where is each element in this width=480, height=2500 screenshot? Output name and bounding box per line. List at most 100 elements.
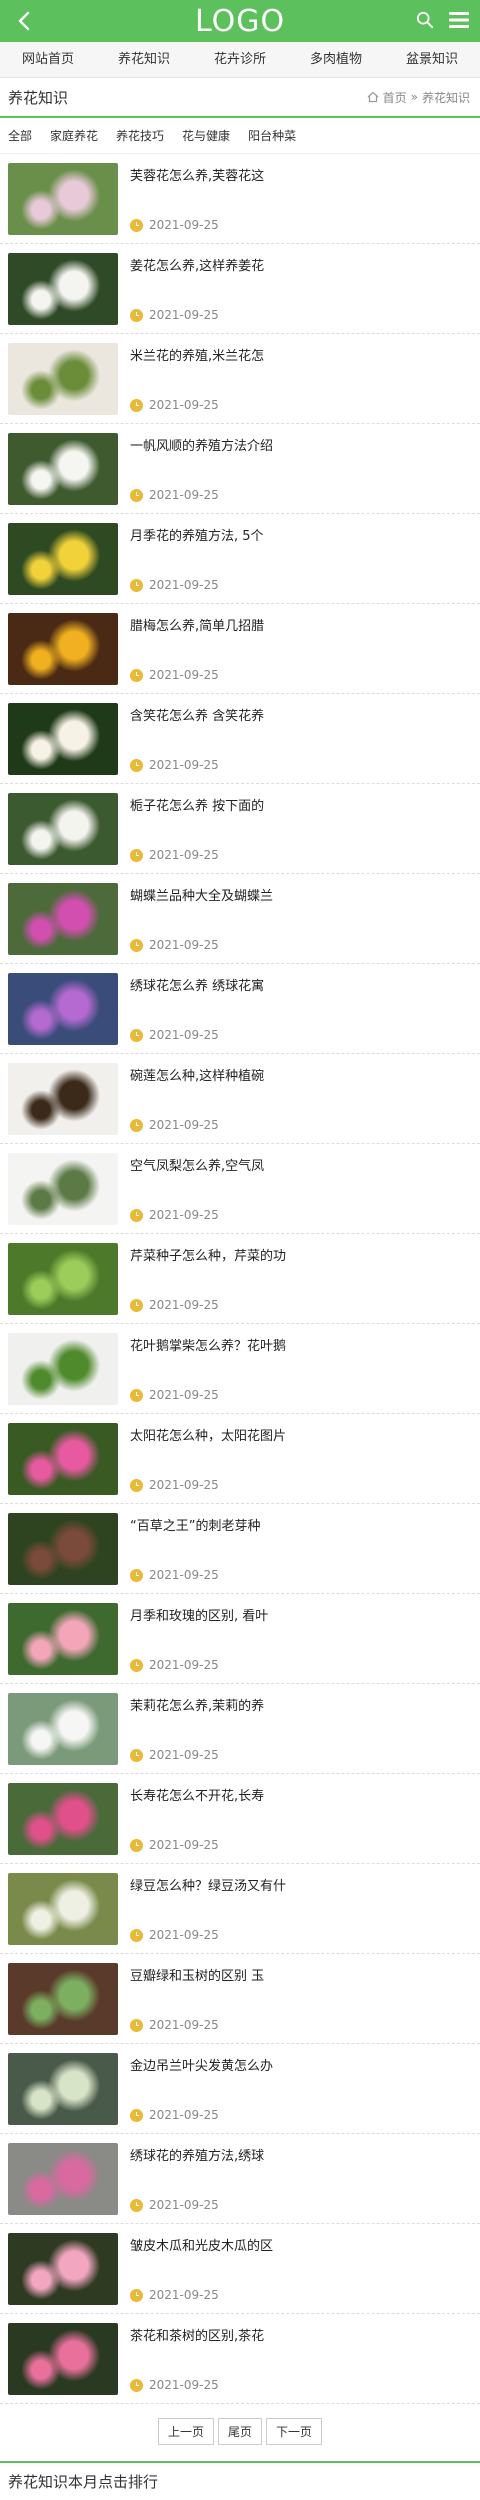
- prev-page-button[interactable]: 上一页: [157, 2418, 214, 2445]
- back-button[interactable]: [10, 6, 40, 36]
- tab-gardening-tips[interactable]: 养花技巧: [116, 127, 164, 144]
- article-thumbnail[interactable]: [8, 2323, 118, 2395]
- article-thumbnail[interactable]: [8, 703, 118, 775]
- article-title[interactable]: 碗莲怎么种,这样种植碗: [130, 1065, 472, 1084]
- article-title[interactable]: 豆瓣绿和玉树的区别 玉: [130, 1965, 472, 1984]
- list-item[interactable]: 绿豆怎么种？绿豆汤又有什 2021-09-25: [0, 1864, 480, 1954]
- article-thumbnail[interactable]: [8, 1153, 118, 1225]
- article-title[interactable]: 米兰花的养殖,米兰花怎: [130, 345, 472, 364]
- article-title[interactable]: 空气凤梨怎么养,空气凤: [130, 1155, 472, 1174]
- article-title[interactable]: 花叶鹅掌柴怎么养？花叶鹅: [130, 1335, 472, 1354]
- nav-item-bonsai[interactable]: 盆景知识: [384, 42, 480, 77]
- article-title[interactable]: 长寿花怎么不开花,长寿: [130, 1785, 472, 1804]
- article-thumbnail[interactable]: [8, 1243, 118, 1315]
- article-thumbnail[interactable]: [8, 253, 118, 325]
- article-title[interactable]: 绣球花怎么养 绣球花寓: [130, 975, 472, 994]
- article-title[interactable]: 金边吊兰叶尖发黄怎么办: [130, 2055, 472, 2074]
- list-item[interactable]: 腊梅怎么养,简单几招腊 2021-09-25: [0, 604, 480, 694]
- nav-item-flower-clinic[interactable]: 花卉诊所: [192, 42, 288, 77]
- list-item[interactable]: 花叶鹅掌柴怎么养？花叶鹅 2021-09-25: [0, 1324, 480, 1414]
- site-logo[interactable]: LOGO: [195, 4, 285, 39]
- article-title[interactable]: 腊梅怎么养,简单几招腊: [130, 615, 472, 634]
- article-title[interactable]: 茉莉花怎么养,茉莉的养: [130, 1695, 472, 1714]
- list-item[interactable]: 金边吊兰叶尖发黄怎么办 2021-09-25: [0, 2044, 480, 2134]
- tab-all[interactable]: 全部: [8, 127, 32, 144]
- article-title[interactable]: 绣球花的养殖方法,绣球: [130, 2145, 472, 2164]
- article-thumbnail[interactable]: [8, 1873, 118, 1945]
- nav-item-home[interactable]: 网站首页: [0, 42, 96, 77]
- list-item[interactable]: 姜花怎么养,这样养姜花 2021-09-25: [0, 244, 480, 334]
- list-item[interactable]: 栀子花怎么养 按下面的 2021-09-25: [0, 784, 480, 874]
- menu-button[interactable]: [446, 7, 472, 33]
- nav-item-flower-knowledge[interactable]: 养花知识: [96, 42, 192, 77]
- list-item[interactable]: 绣球花的养殖方法,绣球 2021-09-25: [0, 2134, 480, 2224]
- breadcrumb-current: 养花知识: [421, 90, 470, 105]
- article-title[interactable]: 芹菜种子怎么种，芹菜的功: [130, 1245, 472, 1264]
- list-item[interactable]: 太阳花怎么种，太阳花图片 2021-09-25: [0, 1414, 480, 1504]
- article-title[interactable]: 皱皮木瓜和光皮木瓜的区: [130, 2235, 472, 2254]
- list-item[interactable]: 茉莉花怎么养,茉莉的养 2021-09-25: [0, 1684, 480, 1774]
- list-item[interactable]: 空气凤梨怎么养,空气凤 2021-09-25: [0, 1144, 480, 1234]
- article-thumbnail[interactable]: [8, 613, 118, 685]
- article-title[interactable]: 月季花的养殖方法, 5个: [130, 525, 472, 544]
- article-thumbnail[interactable]: [8, 793, 118, 865]
- article-thumbnail[interactable]: [8, 1333, 118, 1405]
- article-thumbnail[interactable]: [8, 1423, 118, 1495]
- list-item[interactable]: 绣球花怎么养 绣球花寓 2021-09-25: [0, 964, 480, 1054]
- article-title[interactable]: “百草之王”的刺老芽种: [130, 1515, 472, 1534]
- article-thumbnail[interactable]: [8, 883, 118, 955]
- article-thumbnail[interactable]: [8, 1603, 118, 1675]
- list-item[interactable]: 月季花的养殖方法, 5个 2021-09-25: [0, 514, 480, 604]
- article-title[interactable]: 蝴蝶兰品种大全及蝴蝶兰: [130, 885, 472, 904]
- list-item[interactable]: 含笑花怎么养 含笑花养 2021-09-25: [0, 694, 480, 784]
- article-title[interactable]: 茶花和茶树的区别,茶花: [130, 2325, 472, 2344]
- article-thumbnail[interactable]: [8, 2233, 118, 2305]
- list-item[interactable]: 皱皮木瓜和光皮木瓜的区 2021-09-25: [0, 2224, 480, 2314]
- last-page-button[interactable]: 尾页: [217, 2418, 262, 2445]
- tab-home-gardening[interactable]: 家庭养花: [50, 127, 98, 144]
- article-title[interactable]: 太阳花怎么种，太阳花图片: [130, 1425, 472, 1444]
- article-date: 2021-09-25: [149, 2108, 219, 2122]
- article-thumbnail[interactable]: [8, 973, 118, 1045]
- article-thumbnail[interactable]: [8, 1513, 118, 1585]
- list-item[interactable]: 长寿花怎么不开花,长寿 2021-09-25: [0, 1774, 480, 1864]
- list-item[interactable]: “百草之王”的刺老芽种 2021-09-25: [0, 1504, 480, 1594]
- tab-flowers-health[interactable]: 花与健康: [182, 127, 230, 144]
- article-thumbnail[interactable]: [8, 1963, 118, 2035]
- article-thumbnail[interactable]: [8, 433, 118, 505]
- article-thumbnail[interactable]: [8, 1693, 118, 1765]
- list-item[interactable]: 蝴蝶兰品种大全及蝴蝶兰 2021-09-25: [0, 874, 480, 964]
- article-title[interactable]: 姜花怎么养,这样养姜花: [130, 255, 472, 274]
- article-thumbnail[interactable]: [8, 343, 118, 415]
- article-thumbnail[interactable]: [8, 2143, 118, 2215]
- article-thumbnail[interactable]: [8, 163, 118, 235]
- article-title[interactable]: 芙蓉花怎么养,芙蓉花这: [130, 165, 472, 184]
- breadcrumb-home[interactable]: 首页: [383, 89, 407, 106]
- list-item[interactable]: 豆瓣绿和玉树的区别 玉 2021-09-25: [0, 1954, 480, 2044]
- menu-icon: [449, 12, 469, 28]
- list-item[interactable]: 芙蓉花怎么养,芙蓉花这 2021-09-25: [0, 154, 480, 244]
- article-thumbnail[interactable]: [8, 1063, 118, 1135]
- article-title[interactable]: 栀子花怎么养 按下面的: [130, 795, 472, 814]
- article-thumbnail[interactable]: [8, 1783, 118, 1855]
- list-item[interactable]: 一帆风顺的养殖方法介绍 2021-09-25: [0, 424, 480, 514]
- list-item[interactable]: 月季和玫瑰的区别, 看叶 2021-09-25: [0, 1594, 480, 1684]
- next-page-button[interactable]: 下一页: [266, 2418, 323, 2445]
- article-date: 2021-09-25: [149, 308, 219, 322]
- article-title[interactable]: 绿豆怎么种？绿豆汤又有什: [130, 1875, 472, 1894]
- article-date: 2021-09-25: [149, 848, 219, 862]
- list-item[interactable]: 碗莲怎么种,这样种植碗 2021-09-25: [0, 1054, 480, 1144]
- clock-icon: [130, 578, 143, 592]
- article-thumbnail[interactable]: [8, 523, 118, 595]
- tab-balcony-vegetables[interactable]: 阳台种菜: [248, 127, 296, 144]
- list-item[interactable]: 米兰花的养殖,米兰花怎 2021-09-25: [0, 334, 480, 424]
- article-thumbnail[interactable]: [8, 2053, 118, 2125]
- article-title[interactable]: 月季和玫瑰的区别, 看叶: [130, 1605, 472, 1624]
- article-title[interactable]: 一帆风顺的养殖方法介绍: [130, 435, 472, 454]
- search-button[interactable]: [412, 7, 438, 33]
- list-item[interactable]: 茶花和茶树的区别,茶花 2021-09-25: [0, 2314, 480, 2404]
- article-title[interactable]: 含笑花怎么养 含笑花养: [130, 705, 472, 724]
- article-date: 2021-09-25: [149, 1658, 219, 1672]
- nav-item-succulents[interactable]: 多肉植物: [288, 42, 384, 77]
- list-item[interactable]: 芹菜种子怎么种，芹菜的功 2021-09-25: [0, 1234, 480, 1324]
